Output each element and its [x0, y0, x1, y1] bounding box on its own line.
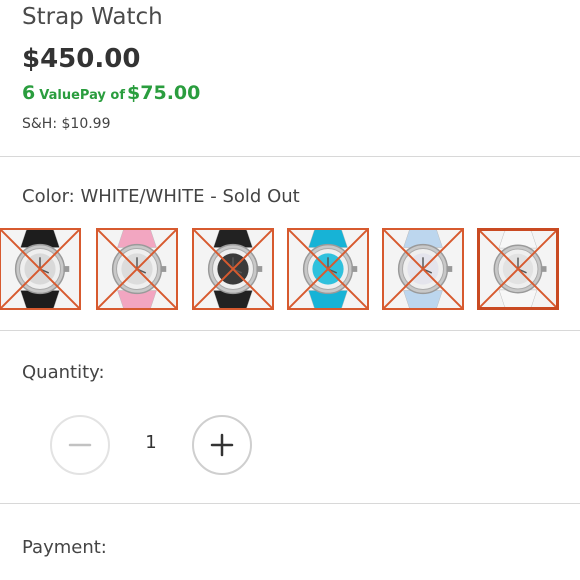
quantity-increment-button[interactable]: [192, 415, 252, 475]
color-swatch-light-blue[interactable]: [382, 228, 464, 310]
minus-icon: [68, 443, 92, 447]
valuepay-text: ValuePay of: [39, 88, 126, 103]
payment-label: Payment:: [22, 537, 107, 558]
color-swatch-black[interactable]: [192, 228, 274, 310]
watch-image: [1, 230, 79, 308]
divider: [0, 330, 580, 331]
watch-image: [98, 230, 176, 308]
valuepay-info[interactable]: 6 ValuePay of $75.00: [22, 82, 200, 104]
watch-image: [289, 230, 367, 308]
divider: [0, 156, 580, 157]
valuepay-amount: $75.00: [127, 82, 201, 104]
valuepay-count: 6: [22, 82, 36, 104]
divider: [0, 503, 580, 504]
product-title: Strap Watch: [22, 4, 163, 30]
quantity-value[interactable]: 1: [136, 432, 166, 453]
product-price: $450.00: [22, 44, 141, 74]
color-label: Color: WHITE/WHITE - Sold Out: [22, 186, 300, 207]
watch-image: [384, 230, 462, 308]
watch-image: [480, 231, 556, 307]
color-swatch-black-silver[interactable]: [0, 228, 81, 310]
plus-icon: [210, 433, 234, 457]
quantity-label: Quantity:: [22, 362, 105, 383]
color-swatch-white[interactable]: [477, 228, 559, 310]
quantity-decrement-button[interactable]: [50, 415, 110, 475]
color-swatch-list: [0, 228, 580, 314]
color-swatch-turquoise[interactable]: [287, 228, 369, 310]
shipping-cost: S&H: $10.99: [22, 116, 111, 132]
watch-image: [194, 230, 272, 308]
color-swatch-pink[interactable]: [96, 228, 178, 310]
